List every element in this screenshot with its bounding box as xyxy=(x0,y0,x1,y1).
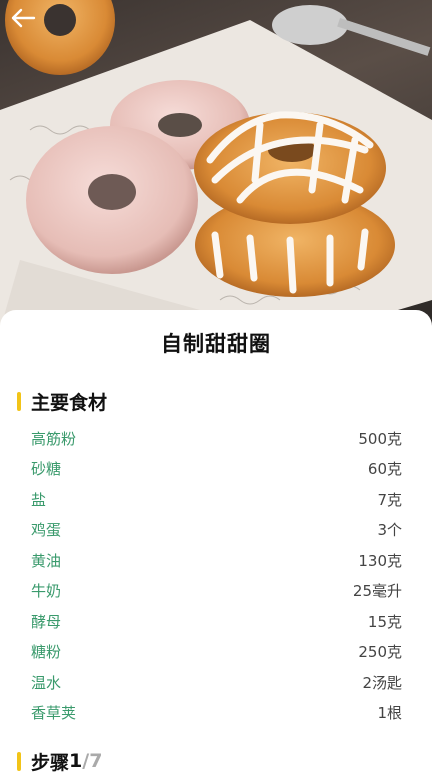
ingredients-heading: 主要食材 xyxy=(31,391,108,414)
hero-image xyxy=(0,0,432,330)
steps-current-page: 1 xyxy=(69,750,83,772)
donut-photo xyxy=(0,0,432,330)
ingredient-qty: 2汤匙 xyxy=(362,673,402,692)
ingredient-qty: 3个 xyxy=(377,521,402,540)
ingredient-name: 酵母 xyxy=(31,612,62,631)
ingredient-name: 砂糖 xyxy=(31,460,62,479)
recipe-title: 自制甜甜圈 xyxy=(161,332,271,356)
ingredient-row: 鸡蛋 3个 xyxy=(0,515,432,546)
ingredients-section-header: 主要食材 xyxy=(17,390,108,414)
ingredient-row: 温水 2汤匙 xyxy=(0,667,432,698)
ingredient-name: 鸡蛋 xyxy=(31,521,62,540)
ingredient-qty: 60克 xyxy=(367,460,402,479)
arrow-left-icon xyxy=(11,8,36,28)
ingredient-list: 高筋粉 500克 砂糖 60克 盐 7克 鸡蛋 3个 黄油 130克 牛奶 25… xyxy=(0,423,432,728)
ingredient-name: 糖粉 xyxy=(31,643,62,662)
ingredient-qty: 25毫升 xyxy=(352,582,402,601)
ingredient-row: 酵母 15克 xyxy=(0,606,432,637)
ingredient-name: 温水 xyxy=(31,673,62,692)
ingredient-row: 黄油 130克 xyxy=(0,545,432,576)
ingredient-qty: 15克 xyxy=(367,612,402,631)
ingredient-qty: 250克 xyxy=(358,643,402,662)
ingredient-qty: 130克 xyxy=(358,551,402,570)
ingredient-name: 牛奶 xyxy=(31,582,62,601)
ingredient-name: 黄油 xyxy=(31,551,62,570)
ingredient-name: 盐 xyxy=(31,490,47,509)
ingredient-row: 砂糖 60克 xyxy=(0,454,432,485)
steps-total-pages: /7 xyxy=(82,750,103,772)
ingredient-row: 高筋粉 500克 xyxy=(0,423,432,454)
ingredient-qty: 1根 xyxy=(377,704,402,723)
ingredient-row: 牛奶 25毫升 xyxy=(0,576,432,607)
ingredient-qty: 500克 xyxy=(358,429,402,448)
ingredient-name: 香草荚 xyxy=(31,704,77,723)
ingredient-row: 糖粉 250克 xyxy=(0,637,432,668)
back-button[interactable] xyxy=(10,8,46,38)
steps-heading: 步骤 xyxy=(31,751,70,774)
ingredient-qty: 7克 xyxy=(377,490,402,509)
section-accent-bar xyxy=(17,391,21,411)
ingredient-row: 盐 7克 xyxy=(0,484,432,515)
recipe-sheet: 自制甜甜圈 主要食材 高筋粉 500克 砂糖 60克 盐 7克 鸡蛋 3个 黄油… xyxy=(0,310,432,780)
ingredient-name: 高筋粉 xyxy=(31,429,77,448)
ingredient-row: 香草荚 1根 xyxy=(0,698,432,729)
steps-section-header: 步骤 1 /7 xyxy=(17,750,103,774)
